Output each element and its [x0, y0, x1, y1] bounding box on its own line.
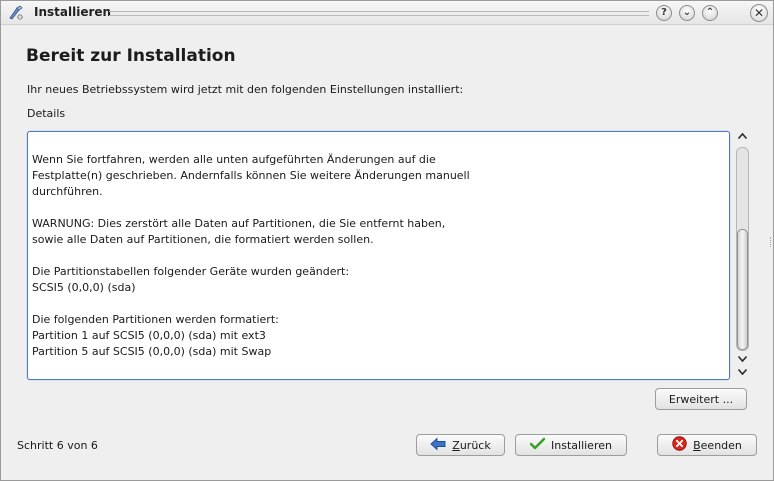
close-icon: ✕: [753, 6, 765, 20]
quit-button[interactable]: Beenden: [657, 434, 757, 456]
back-button[interactable]: Zurück: [416, 434, 505, 456]
minimize-button[interactable]: ⌄: [679, 5, 695, 21]
title-bar[interactable]: Installieren ? ⌄ ⌃ ✕: [1, 1, 773, 25]
install-button[interactable]: Installieren: [515, 434, 627, 456]
installer-icon[interactable]: [8, 5, 24, 21]
resize-grip[interactable]: [770, 237, 773, 247]
intro-text: Ihr neues Betriebssystem wird jetzt mit …: [27, 83, 464, 96]
chevron-down-icon: ⌄: [682, 7, 692, 18]
scrollbar-track[interactable]: [736, 147, 749, 351]
scrollbar-thumb[interactable]: [737, 229, 748, 350]
scroll-down-icon[interactable]: [735, 367, 750, 379]
details-scrollbar[interactable]: [734, 130, 751, 380]
advanced-button-label: Erweitert ...: [668, 392, 734, 406]
scroll-down-icon[interactable]: [735, 354, 750, 366]
checkmark-icon: [529, 437, 546, 453]
details-text: Wenn Sie fortfahren, werden alle unten a…: [32, 153, 470, 358]
help-button[interactable]: ?: [656, 5, 672, 21]
close-button[interactable]: ✕: [750, 4, 768, 22]
maximize-button[interactable]: ⌃: [702, 5, 718, 21]
step-indicator: Schritt 6 von 6: [17, 439, 98, 452]
back-button-label: Zurück: [452, 438, 491, 452]
install-button-label: Installieren: [551, 438, 612, 452]
cancel-icon: [672, 436, 687, 454]
installer-window: Installieren ? ⌄ ⌃ ✕ Bereit zur Installa…: [0, 0, 774, 481]
quit-button-label: Beenden: [693, 438, 742, 452]
chevron-up-icon: ⌃: [705, 7, 715, 18]
scroll-up-icon[interactable]: [735, 131, 750, 143]
title-bar-decoration: [109, 11, 649, 16]
arrow-left-icon: [430, 436, 446, 454]
advanced-button[interactable]: Erweitert ...: [655, 388, 747, 410]
details-text-area[interactable]: Wenn Sie fortfahren, werden alle unten a…: [27, 131, 730, 380]
window-title: Installieren: [34, 5, 112, 19]
details-label: Details: [27, 107, 66, 120]
help-icon: ?: [661, 7, 667, 18]
page-title: Bereit zur Installation: [26, 46, 236, 66]
